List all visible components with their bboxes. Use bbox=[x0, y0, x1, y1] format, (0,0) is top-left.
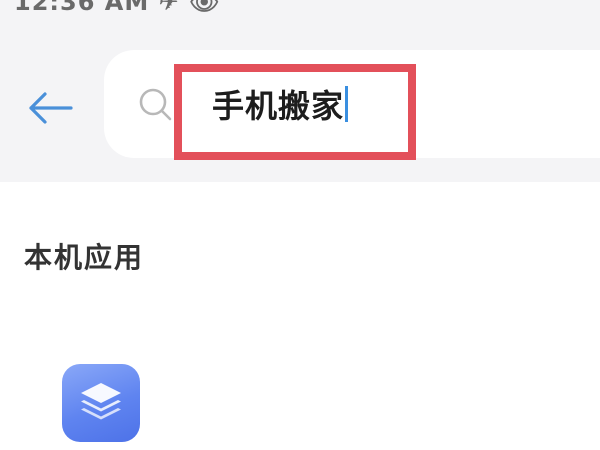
status-bar: 12:36 AM ✈ 👁 bbox=[0, 0, 600, 22]
app-icon[interactable] bbox=[62, 364, 140, 442]
text-caret bbox=[345, 86, 349, 122]
back-arrow-icon bbox=[29, 92, 73, 124]
status-time: 12:36 AM ✈ 👁 bbox=[14, 0, 221, 16]
search-box[interactable]: 手机搬家 bbox=[104, 50, 600, 158]
search-icon bbox=[139, 88, 172, 121]
layers-icon bbox=[81, 383, 121, 420]
back-button[interactable] bbox=[22, 86, 78, 130]
section-title: 本机应用 bbox=[24, 241, 145, 274]
search-input[interactable]: 手机搬家 bbox=[212, 70, 444, 138]
search-header: 手机搬家 bbox=[0, 22, 600, 182]
search-query-text: 手机搬家 bbox=[212, 87, 345, 125]
